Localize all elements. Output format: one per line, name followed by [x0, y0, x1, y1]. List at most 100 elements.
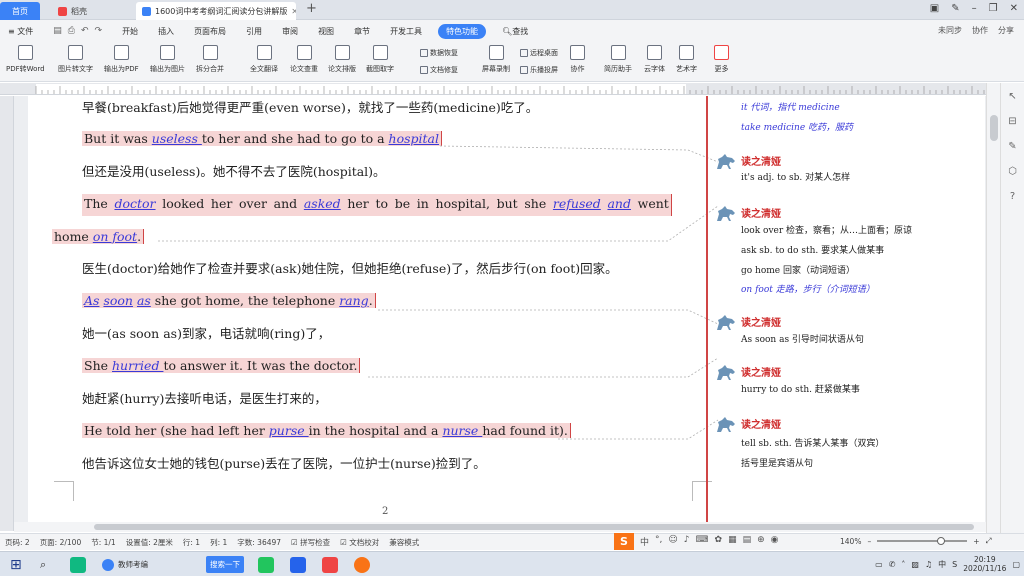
ime-emoji-icon[interactable]: ☺ [668, 535, 677, 548]
remote-desktop-button[interactable]: 远程桌面 [520, 48, 558, 58]
new-tab-button[interactable]: + [306, 1, 317, 16]
sogou-ime-icon[interactable]: S [614, 533, 634, 550]
windows-start-icon[interactable]: ⊞ [10, 556, 22, 573]
image-to-text-button[interactable]: 图片转文字 [58, 45, 93, 74]
zoom-value[interactable]: 140% [840, 537, 861, 546]
resume-helper-button[interactable]: 简历助手 [604, 45, 632, 74]
paragraph-en-2-line-2[interactable]: home on foot. [52, 227, 145, 249]
cloud-font-button[interactable]: 云字体 [644, 45, 665, 74]
share-button[interactable]: 分享 [998, 25, 1014, 36]
undo-icon[interactable]: ↶ [81, 26, 89, 36]
menu-insert[interactable]: 插入 [148, 26, 184, 37]
tools-icon[interactable]: ✎ [1008, 141, 1016, 152]
document-body[interactable]: 早餐(breakfast)后她觉得更严重(even worse)，就找了一些药(… [52, 96, 712, 526]
menu-view[interactable]: 视图 [308, 26, 344, 37]
taskbar-green-app[interactable] [258, 556, 274, 573]
collab-button[interactable]: 协作 [972, 25, 988, 36]
plagiarism-check-button[interactable]: 论文查重 [290, 45, 318, 74]
paragraph-zh-4[interactable]: 她一(as soon as)到家，电话就响(ring)了， [82, 324, 330, 346]
skin-icon[interactable]: ✎ [951, 3, 959, 14]
doc-repair-button[interactable]: 文档修复 [420, 65, 458, 75]
sync-status[interactable]: 未同步 [938, 25, 962, 36]
arrow-up-icon[interactable]: ↖ [1008, 91, 1016, 102]
zoom-slider[interactable] [877, 537, 968, 545]
status-pages[interactable]: 页面: 2/100 [35, 537, 87, 548]
ime-keyboard-icon[interactable]: ⌨ [696, 535, 709, 548]
tray-volume-icon[interactable]: ♫ [925, 560, 932, 569]
menu-start[interactable]: 开始 [112, 26, 148, 37]
menu-section[interactable]: 章节 [344, 26, 380, 37]
menu-developer[interactable]: 开发工具 [380, 26, 432, 37]
more-button[interactable]: 更多 [714, 45, 729, 74]
tab-home[interactable]: 首页 [0, 2, 40, 20]
tray-arrow-icon[interactable]: ˄ [901, 560, 905, 569]
tray-wechat-icon[interactable]: ✆ [889, 560, 896, 569]
data-recovery-button[interactable]: 数据恢复 [420, 48, 458, 58]
restore-icon[interactable]: ❐ [989, 3, 998, 14]
document-page[interactable]: 早餐(breakfast)后她觉得更严重(even worse)，就找了一些药(… [28, 96, 985, 526]
taskbar-search-app[interactable]: 搜索一下 [206, 556, 244, 573]
status-words[interactable]: 字数: 36497 [232, 537, 286, 548]
split-merge-button[interactable]: 拆分合并 [196, 45, 224, 74]
minimize-icon[interactable]: – [972, 3, 977, 14]
menu-review[interactable]: 审阅 [272, 26, 308, 37]
cube-icon[interactable]: ⬡ [1008, 166, 1017, 177]
doc-proof-toggle[interactable]: ☑ 文档校对 [335, 537, 384, 548]
menu-file[interactable]: ≡ 文件 [0, 26, 43, 37]
tray-ime-icon[interactable]: 中 [938, 559, 946, 570]
paragraph-en-4[interactable]: She hurried to answer it. It was the doc… [82, 356, 361, 378]
taskbar-wps-app[interactable] [322, 556, 338, 573]
document-area[interactable]: 早餐(breakfast)后她觉得更严重(even worse)，就找了一些药(… [14, 96, 986, 531]
screenshot-ocr-button[interactable]: 截图取字 [366, 45, 394, 74]
menu-page-layout[interactable]: 页面布局 [184, 26, 236, 37]
redo-icon[interactable]: ↷ [95, 26, 103, 36]
paper-format-button[interactable]: 论文排版 [328, 45, 356, 74]
taskbar-clock[interactable]: 20:19 2020/11/16 [963, 555, 1006, 573]
view-mode-icon[interactable]: ▤ [743, 535, 752, 548]
zoom-in-icon[interactable]: + [973, 537, 979, 546]
ime-voice-icon[interactable]: ♪ [684, 535, 690, 548]
layout-icon[interactable]: ▣ [930, 3, 939, 14]
full-translate-button[interactable]: 全文翻译 [250, 45, 278, 74]
screen-record-button[interactable]: 屏幕录制 [482, 45, 510, 74]
menu-reference[interactable]: 引用 [236, 26, 272, 37]
paragraph-en-5[interactable]: He told her (she had left her purse in t… [82, 421, 571, 443]
close-tab-icon[interactable]: ✕ [291, 7, 296, 16]
taskbar-wps-writer[interactable] [290, 556, 306, 573]
paragraph-zh-1[interactable]: 早餐(breakfast)后她觉得更严重(even worse)，就找了一些药(… [82, 98, 538, 120]
tray-sogou-icon[interactable]: S [952, 560, 957, 569]
taskbar-record-app[interactable] [354, 556, 370, 573]
fullscreen-icon[interactable]: ⤢ [986, 536, 992, 546]
ime-skin-icon[interactable]: ✿ [715, 535, 723, 548]
ime-punct-icon[interactable]: °, [655, 535, 662, 548]
paragraph-en-3[interactable]: As soon as she got home, the telephone r… [82, 291, 376, 313]
tab-docer[interactable]: 稻壳 [52, 2, 132, 20]
hscroll-thumb[interactable] [94, 524, 974, 530]
eye-icon[interactable]: ◉ [771, 535, 779, 548]
paragraph-en-2-line-1[interactable]: The doctor looked her over and asked her… [82, 194, 672, 216]
spell-check-toggle[interactable]: ☑ 拼写检查 [286, 537, 335, 548]
export-pdf-button[interactable]: 输出为PDF [104, 45, 139, 74]
vertical-ruler[interactable] [0, 96, 14, 531]
save-icon[interactable]: ▤ [53, 26, 62, 36]
art-text-button[interactable]: 艺术字 [676, 45, 697, 74]
taskbar-app-icon[interactable] [70, 556, 86, 573]
vertical-scrollbar[interactable] [986, 83, 1000, 533]
paragraph-zh-6[interactable]: 他告诉这位女士她的钱包(purse)丢在了医院，一位护士(nurse)捡到了。 [82, 454, 486, 476]
paragraph-zh-2[interactable]: 但还是没用(useless)。她不得不去了医院(hospital)。 [82, 162, 386, 184]
paragraph-en-1[interactable]: But it was useless to her and she had to… [82, 129, 442, 151]
close-icon[interactable]: ✕ [1010, 3, 1018, 14]
adjust-icon[interactable]: ⊟ [1008, 116, 1016, 127]
taskbar-edge-app[interactable]: 教师考编 [102, 556, 148, 573]
collab-ribbon-button[interactable]: 协作 [570, 45, 585, 74]
taskbar-search-icon[interactable]: ⌕ [40, 556, 46, 573]
cast-screen-button[interactable]: 乐播投屏 [520, 65, 558, 75]
ime-chinese-icon[interactable]: 中 [640, 535, 649, 548]
horizontal-scrollbar[interactable] [14, 522, 986, 532]
zoom-slider-thumb[interactable] [937, 537, 946, 545]
tray-box-icon[interactable]: ▭ [875, 560, 883, 569]
menu-special-features[interactable]: 特色功能 [438, 23, 487, 39]
zoom-out-icon[interactable]: – [867, 537, 871, 546]
ime-tools-icon[interactable]: ▦ [728, 535, 737, 548]
print-icon[interactable]: ⎙ [68, 26, 75, 36]
